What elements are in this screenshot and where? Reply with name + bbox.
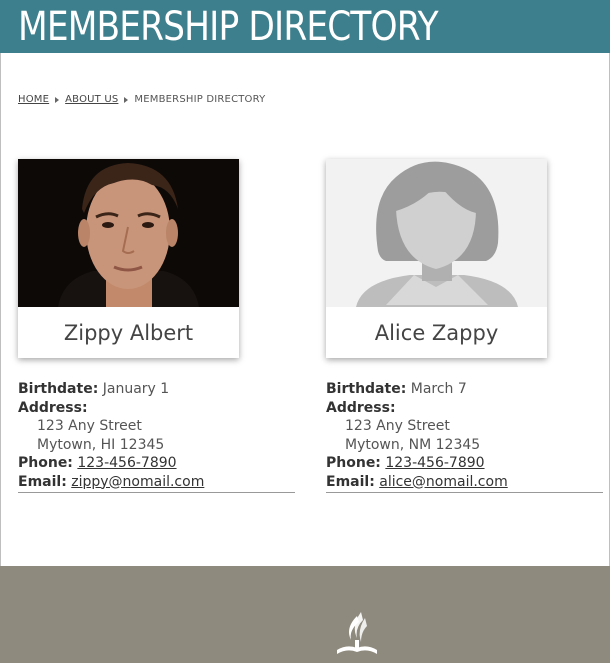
member-card[interactable]: Zippy Albert xyxy=(18,159,239,358)
breadcrumb-about-link[interactable]: ABOUT US xyxy=(65,94,118,105)
member-name: Alice Zappy xyxy=(374,321,499,345)
caret-right-icon xyxy=(55,96,60,103)
address-line-1: 123 Any Street xyxy=(37,418,142,434)
breadcrumb-current: MEMBERSHIP DIRECTORY xyxy=(134,94,266,105)
page-title: MEMBERSHIP DIRECTORY xyxy=(18,4,439,50)
birthdate-value: January 1 xyxy=(102,381,170,397)
member-name: Zippy Albert xyxy=(63,321,194,345)
page-footer xyxy=(0,566,610,663)
email-link[interactable]: alice@nomail.com xyxy=(379,474,507,490)
phone-label: Phone: xyxy=(18,455,73,471)
breadcrumb: HOME ABOUT US MEMBERSHIP DIRECTORY xyxy=(18,94,265,105)
phone-label: Phone: xyxy=(326,455,381,471)
phone-row: Phone: 123-456-7890 xyxy=(326,454,603,473)
page-header: MEMBERSHIP DIRECTORY xyxy=(0,0,610,53)
address-line-1: 123 Any Street xyxy=(345,418,450,434)
birthdate-label: Birthdate: xyxy=(18,381,99,397)
email-link[interactable]: zippy@nomail.com xyxy=(71,474,204,490)
email-label: Email: xyxy=(326,473,375,490)
member-info: Birthdate: January 1 Address: 123 Any St… xyxy=(18,380,295,493)
birthdate-label: Birthdate: xyxy=(326,381,407,397)
member-photo xyxy=(18,159,239,307)
church-logo-icon[interactable] xyxy=(333,610,381,656)
address-label: Address: xyxy=(326,399,396,416)
phone-row: Phone: 123-456-7890 xyxy=(18,454,295,473)
phone-link[interactable]: 123-456-7890 xyxy=(385,455,484,471)
breadcrumb-home-link[interactable]: HOME xyxy=(18,94,49,105)
caret-right-icon xyxy=(124,96,129,103)
birthdate-row: Birthdate: January 1 xyxy=(18,380,295,399)
address-line-2: Mytown, NM 12345 xyxy=(345,436,481,453)
email-label: Email: xyxy=(18,473,67,490)
phone-link[interactable]: 123-456-7890 xyxy=(77,455,176,471)
email-row: Email: zippy@nomail.com xyxy=(18,473,295,493)
address-label: Address: xyxy=(18,399,88,416)
avatar-placeholder xyxy=(326,159,547,307)
birthdate-value: March 7 xyxy=(410,381,467,397)
member-info: Birthdate: March 7 Address: 123 Any Stre… xyxy=(326,380,603,493)
address-line-2: Mytown, HI 12345 xyxy=(37,436,165,453)
member-card[interactable]: Alice Zappy xyxy=(326,159,547,358)
birthdate-row: Birthdate: March 7 xyxy=(326,380,603,399)
email-row: Email: alice@nomail.com xyxy=(326,473,603,493)
